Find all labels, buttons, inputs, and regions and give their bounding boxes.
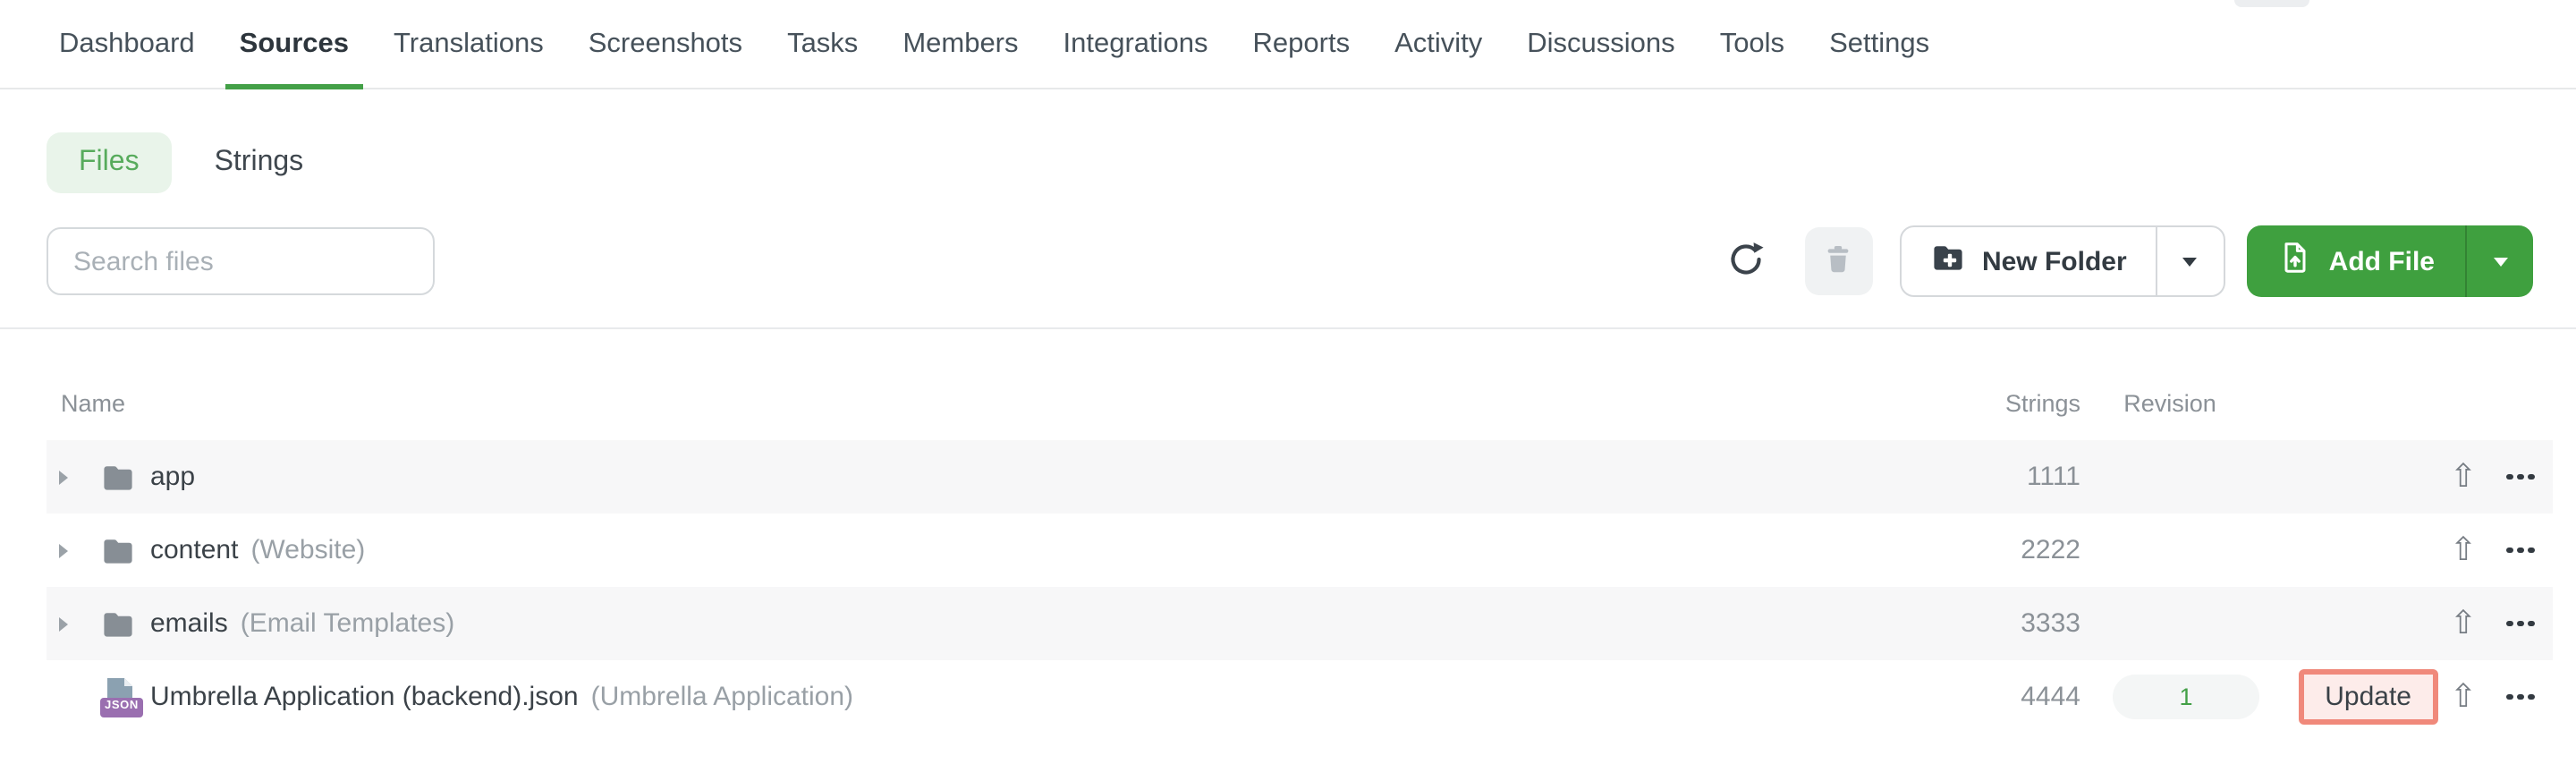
expand-button[interactable] (59, 470, 82, 484)
strings-count: 2222 (2021, 535, 2080, 565)
menu-cell (2488, 620, 2553, 627)
more-actions-button[interactable] (2506, 547, 2535, 554)
nav-item-activity[interactable]: Activity (1380, 0, 1496, 88)
sources-files-page: Dashboard Sources Translations Screensho… (0, 0, 2576, 764)
column-header-strings: Strings (2004, 390, 2080, 417)
caret-right-icon (59, 470, 68, 484)
nav-item-discussions[interactable]: Discussions (1513, 0, 1689, 88)
upload-cell: ⇧ (2438, 680, 2488, 713)
file-annotation: (Umbrella Application) (590, 682, 854, 712)
new-folder-button[interactable]: New Folder (1902, 227, 2156, 295)
nav-item-tasks[interactable]: Tasks (773, 0, 872, 88)
table-row-folder-emails[interactable]: emails (Email Templates) 3333 ⇧ (47, 587, 2553, 660)
tab-files[interactable]: Files (47, 132, 172, 193)
upload-cell: ⇧ (2438, 533, 2488, 566)
strings-count: 1111 (2026, 462, 2080, 492)
more-actions-button[interactable] (2506, 620, 2535, 627)
folder-annotation: (Email Templates) (240, 608, 455, 639)
more-actions-button[interactable] (2506, 473, 2535, 480)
table-row-folder-app[interactable]: app 1111 ⇧ (47, 440, 2553, 514)
folder-plus-icon (1930, 240, 1966, 283)
nav-item-reports[interactable]: Reports (1239, 0, 1365, 88)
nav-item-tools[interactable]: Tools (1706, 0, 1799, 88)
folder-name[interactable]: emails (150, 608, 228, 639)
caret-right-icon (59, 616, 68, 631)
folder-icon (100, 606, 136, 641)
new-folder-split-button: New Folder (1899, 225, 2225, 297)
menu-cell (2488, 547, 2553, 554)
nav-item-screenshots[interactable]: Screenshots (574, 0, 757, 88)
update-button[interactable]: Update (2298, 669, 2438, 725)
files-toolbar: New Folder Add File (47, 225, 2533, 297)
files-table: Name Strings Revision app 1111 ⇧ content… (0, 327, 2576, 734)
chevron-down-icon (2493, 257, 2507, 266)
more-actions-button[interactable] (2506, 693, 2535, 700)
project-nav: Dashboard Sources Translations Screensho… (0, 0, 2576, 89)
name-cell: app (47, 459, 1902, 495)
upload-icon[interactable]: ⇧ (2450, 533, 2477, 566)
expand-button[interactable] (59, 543, 82, 557)
add-file-split-button: Add File (2246, 225, 2533, 297)
file-upload-icon (2277, 240, 2313, 283)
nav-item-translations[interactable]: Translations (379, 0, 558, 88)
refresh-icon (1726, 239, 1766, 284)
search-input[interactable] (47, 227, 435, 295)
revision-badge[interactable]: 1 (2113, 675, 2259, 719)
upload-icon[interactable]: ⇧ (2450, 680, 2477, 713)
new-folder-label: New Folder (1981, 246, 2127, 276)
caret-right-icon (59, 543, 68, 557)
refresh-button[interactable] (1723, 238, 1769, 284)
expand-button[interactable] (59, 616, 82, 631)
sources-subtabs: Files Strings (47, 132, 2533, 193)
add-file-dropdown-button[interactable] (2465, 225, 2533, 297)
name-cell: JSON Umbrella Application (backend).json… (47, 677, 1902, 717)
table-row-folder-content[interactable]: content (Website) 2222 ⇧ (47, 514, 2553, 587)
menu-cell (2488, 693, 2553, 700)
name-cell: emails (Email Templates) (47, 606, 1902, 641)
column-header-name: Name (61, 390, 126, 417)
menu-cell (2488, 473, 2553, 480)
nav-item-members[interactable]: Members (888, 0, 1032, 88)
trash-icon (1822, 242, 1856, 281)
new-folder-dropdown-button[interactable] (2155, 227, 2224, 295)
folder-icon (100, 459, 136, 495)
table-row-file-umbrella-application-backend-json[interactable]: JSON Umbrella Application (backend).json… (47, 660, 2553, 734)
folder-name[interactable]: app (150, 462, 195, 492)
column-header-revision: Revision (2123, 390, 2216, 417)
upload-cell: ⇧ (2438, 607, 2488, 640)
nav-item-sources[interactable]: Sources (225, 0, 364, 89)
add-file-button[interactable]: Add File (2247, 225, 2465, 297)
folder-icon (100, 532, 136, 568)
strings-count: 4444 (2021, 682, 2080, 712)
json-badge: JSON (100, 698, 143, 717)
chevron-down-icon (2182, 257, 2198, 266)
add-file-label: Add File (2328, 246, 2435, 276)
strings-count: 3333 (2021, 608, 2080, 639)
nav-item-dashboard[interactable]: Dashboard (45, 0, 209, 88)
upload-icon[interactable]: ⇧ (2450, 607, 2477, 640)
delete-button[interactable] (1804, 227, 1873, 295)
tab-strings[interactable]: Strings (193, 147, 326, 179)
action-cell: Update (2259, 669, 2438, 725)
toolbar-actions: New Folder Add File (1723, 225, 2533, 297)
folder-name[interactable]: content (150, 535, 238, 565)
folder-annotation: (Website) (250, 535, 366, 565)
json-file-icon: JSON (100, 677, 143, 717)
revision-cell: 1 (2080, 675, 2259, 719)
table-header: Name Strings Revision (47, 329, 2553, 440)
upload-icon[interactable]: ⇧ (2450, 460, 2477, 493)
file-name[interactable]: Umbrella Application (backend).json (150, 682, 579, 712)
upload-cell: ⇧ (2438, 460, 2488, 493)
name-cell: content (Website) (47, 532, 1902, 568)
nav-item-settings[interactable]: Settings (1815, 0, 1944, 88)
cutoff-element (2234, 0, 2309, 7)
nav-item-integrations[interactable]: Integrations (1049, 0, 1223, 88)
table-body: app 1111 ⇧ content (Website) 2222 ⇧ emai… (0, 440, 2576, 734)
